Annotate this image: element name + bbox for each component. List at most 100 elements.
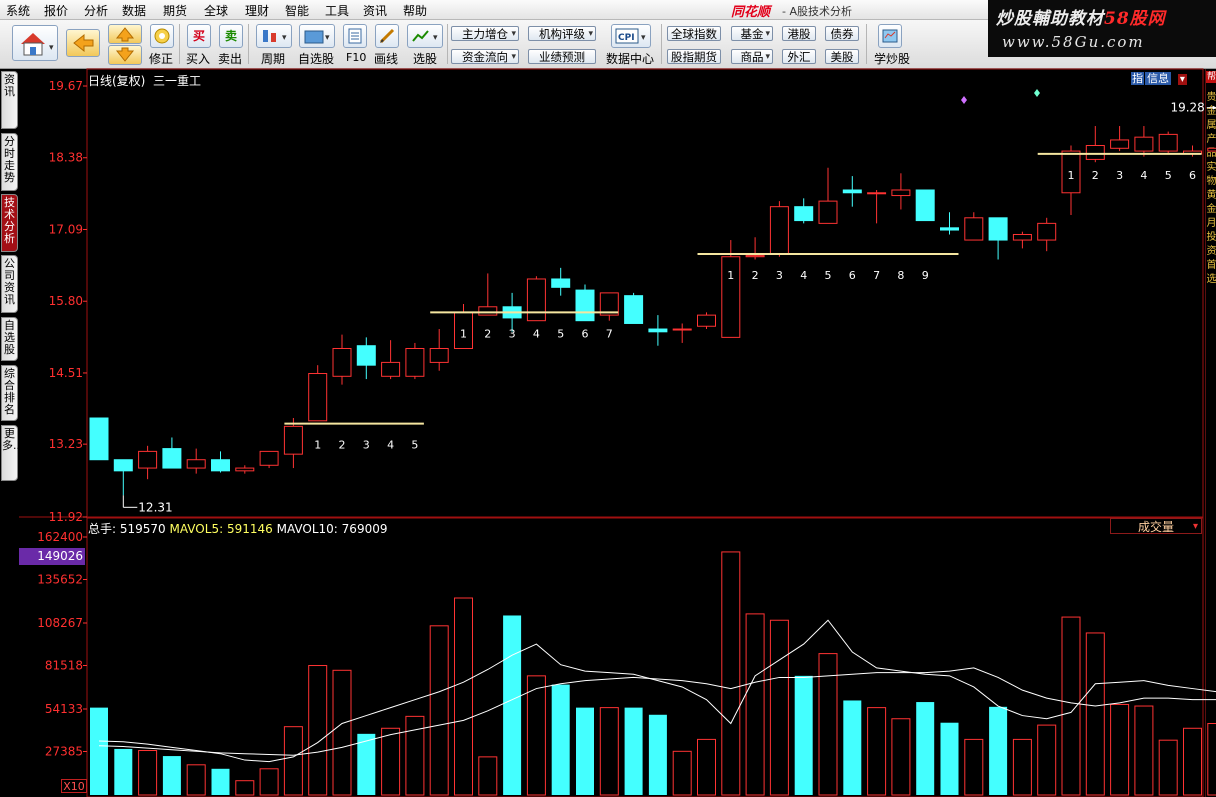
mavol5-label: MAVOL5:: [169, 522, 224, 536]
kline-chart[interactable]: 19.67 18.38 17.09 15.80 14.51 13.23 11.92 16240…: [0, 0, 1216, 797]
left-tab-3[interactable]: 公司资讯: [1, 255, 18, 313]
candle-body: [356, 345, 376, 366]
volume-bar: [211, 768, 230, 795]
candle-body: [332, 347, 352, 377]
main-holdings-dropdown[interactable]: 主力增仓: [451, 26, 519, 42]
mavol10-value: 769009: [341, 522, 388, 536]
candle-body: [915, 189, 935, 222]
arrow-left-icon: [73, 33, 94, 53]
right-strip-label[interactable]: 帮: [1206, 71, 1216, 83]
menu-item-8[interactable]: 工具: [325, 2, 349, 19]
mavol10-line: [98, 667, 1216, 756]
left-tab-0[interactable]: 资讯: [1, 71, 18, 129]
menu-item-3[interactable]: 数据: [122, 2, 146, 19]
f10-button[interactable]: [343, 24, 367, 48]
rating-dropdown[interactable]: 机构评级: [528, 26, 596, 42]
candle-body: [940, 227, 959, 231]
left-tab-6[interactable]: 更多...: [1, 425, 24, 481]
hk-stock-button[interactable]: 港股: [782, 26, 816, 41]
candle-body: [235, 467, 255, 472]
candle-body: [575, 289, 595, 322]
info-button[interactable]: 信息: [1145, 72, 1171, 85]
fund-flow-dropdown[interactable]: 资金流向: [451, 49, 519, 65]
menu-item-6[interactable]: 理财: [245, 2, 269, 19]
volume-bar: [697, 738, 716, 796]
menu-item-2[interactable]: 分析: [84, 2, 108, 19]
volume-bar: [90, 707, 108, 795]
global-index-button[interactable]: 全球指数: [667, 26, 721, 41]
watchlist-button[interactable]: ▾: [299, 24, 335, 48]
menu-item-10[interactable]: 帮助: [403, 2, 427, 19]
volume-bar: [1061, 616, 1081, 796]
right-ad-strip: 帮 贵金属产品实物黄金月投资首选: [1205, 69, 1216, 797]
info-button-group: 指信息 ▾: [1131, 70, 1187, 86]
candle-body: [1037, 222, 1057, 241]
earnings-forecast-button[interactable]: 业绩预测: [528, 49, 596, 64]
separator: [179, 24, 180, 64]
sell-button[interactable]: 卖: [219, 24, 243, 48]
up-button[interactable]: [108, 24, 142, 44]
document-icon: [348, 28, 362, 44]
indicator-dropdown[interactable]: 成交量: [1110, 518, 1202, 535]
volume-bar: [1158, 739, 1178, 796]
high-price-label: 19.28: [1170, 101, 1204, 115]
data-center-label: 数据中心: [606, 52, 655, 66]
volume-bar: [964, 738, 984, 796]
volume-bar: [1085, 632, 1105, 796]
candle-body: [1134, 136, 1154, 152]
right-strip-ad-text[interactable]: 贵金属产品实物黄金月投资首选: [1206, 91, 1216, 287]
stock-name: 三一重工: [153, 74, 202, 88]
consolidation-count-label: 3: [776, 269, 783, 282]
data-center-button[interactable]: CPI ▾: [611, 24, 651, 48]
arrow-down-icon: [115, 47, 135, 62]
fix-button[interactable]: [150, 24, 174, 48]
filter-icon: ▾: [412, 30, 438, 43]
left-tab-5[interactable]: 综合排名: [1, 365, 18, 421]
consolidation-count-label: 3: [509, 327, 516, 340]
candle-body: [526, 278, 546, 322]
left-tab-2[interactable]: 技术分析: [1, 194, 18, 252]
mavol5-line: [98, 619, 1216, 763]
price-axis-label: 19.67: [49, 79, 83, 93]
menu-item-9[interactable]: 资讯: [363, 2, 387, 19]
consolidation-count-label: 5: [825, 269, 832, 282]
draw-button[interactable]: [375, 24, 399, 48]
volume-bar: [989, 706, 1008, 795]
index-futures-button[interactable]: 股指期货: [667, 49, 721, 64]
menu-item-5[interactable]: 全球: [204, 2, 228, 19]
buy-button[interactable]: 买: [187, 24, 211, 48]
select-stock-button[interactable]: ▾: [407, 24, 443, 48]
learn-button[interactable]: [878, 24, 902, 48]
left-tab-4[interactable]: 自选股: [1, 317, 18, 361]
forex-button[interactable]: 外汇: [782, 49, 816, 64]
watermark-brand: 58股网: [1104, 9, 1166, 29]
menu-item-7[interactable]: 智能: [285, 2, 309, 19]
consolidation-count-label: 1: [314, 439, 321, 452]
volume-bar: [1110, 703, 1130, 796]
us-stock-button[interactable]: 美股: [825, 49, 859, 64]
menu-item-4[interactable]: 期货: [163, 2, 187, 19]
panel-menu-icon[interactable]: ▾: [1177, 74, 1187, 85]
bond-button[interactable]: 债券: [825, 26, 859, 41]
svg-text:CPI: CPI: [618, 33, 635, 43]
down-button[interactable]: [108, 45, 142, 65]
volume-bar: [745, 613, 765, 796]
price-axis-label: 15.80: [49, 294, 83, 308]
menu-item-0[interactable]: 系统: [6, 2, 30, 19]
consolidation-count-label: 2: [484, 327, 491, 340]
menu-item-1[interactable]: 报价: [44, 2, 68, 19]
back-button[interactable]: [66, 29, 100, 57]
candle-body: [891, 189, 911, 197]
volume-bar: [259, 768, 279, 796]
volume-bar: [576, 707, 594, 795]
fund-dropdown[interactable]: 基金: [731, 26, 773, 42]
commodities-dropdown[interactable]: 商品: [731, 49, 773, 65]
volume-bar: [1183, 727, 1202, 796]
volume-bar: [648, 714, 667, 795]
index-button[interactable]: 指: [1131, 72, 1144, 85]
left-tab-1[interactable]: 分时走势: [1, 133, 18, 191]
volume-bar: [162, 756, 181, 795]
home-button[interactable]: ▾: [12, 25, 58, 61]
volume-bar: [526, 675, 546, 796]
period-button[interactable]: ▾: [256, 24, 292, 48]
